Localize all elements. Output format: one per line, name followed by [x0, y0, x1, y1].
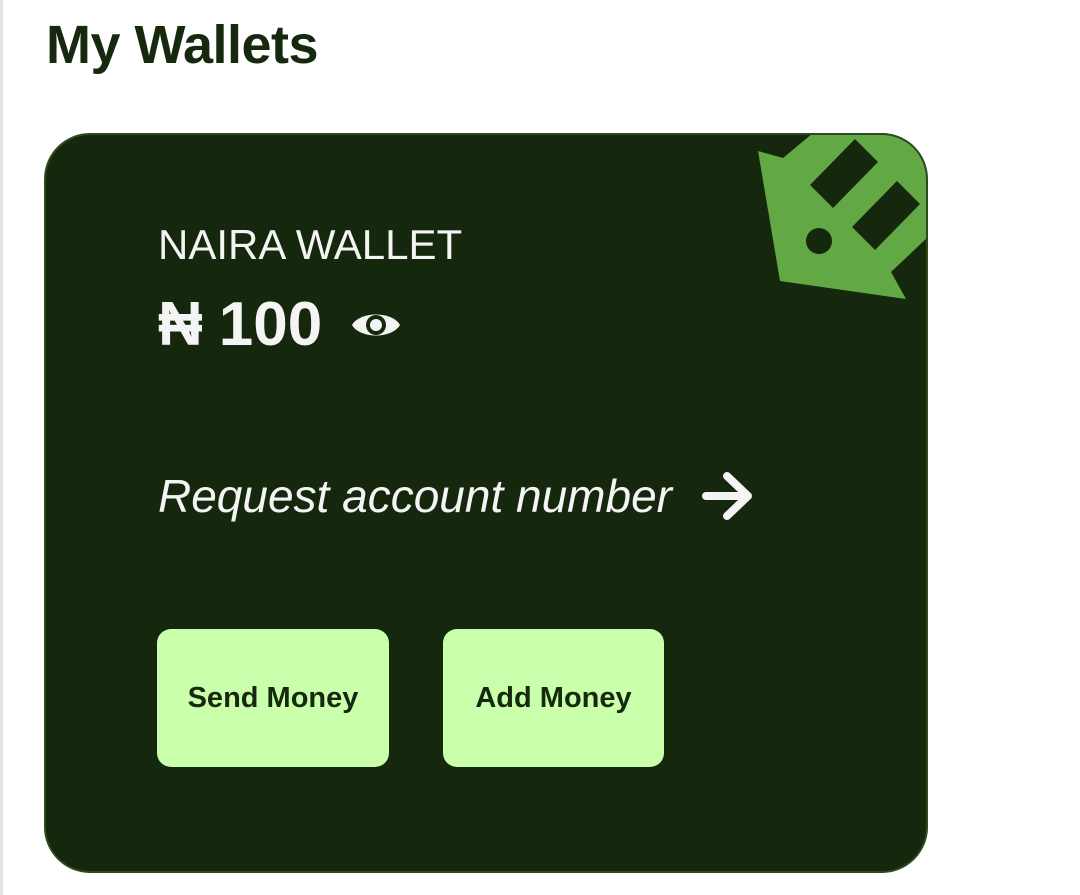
wallet-name: NAIRA WALLET	[158, 221, 463, 268]
balance-row: ₦ 100	[158, 287, 402, 363]
eye-icon[interactable]	[350, 305, 402, 345]
left-border-divider	[0, 0, 3, 895]
arrow-right-icon	[701, 472, 752, 520]
request-account-number-link[interactable]: Request account number	[158, 463, 758, 529]
wallet-balance: 100	[218, 290, 323, 359]
send-money-button[interactable]: Send Money	[157, 629, 389, 767]
currency-symbol: ₦	[158, 290, 203, 359]
wallet-brand-logo-icon	[758, 135, 926, 299]
add-money-button[interactable]: Add Money	[443, 629, 664, 767]
page-title: My Wallets	[46, 15, 319, 75]
request-account-number-label: Request account number	[158, 470, 672, 522]
naira-wallet-card: NAIRA WALLET ₦ 100 Request account numbe…	[44, 133, 928, 873]
wallets-page: My Wallets NAIRA WALLET ₦ 100 Request ac…	[0, 0, 1080, 895]
